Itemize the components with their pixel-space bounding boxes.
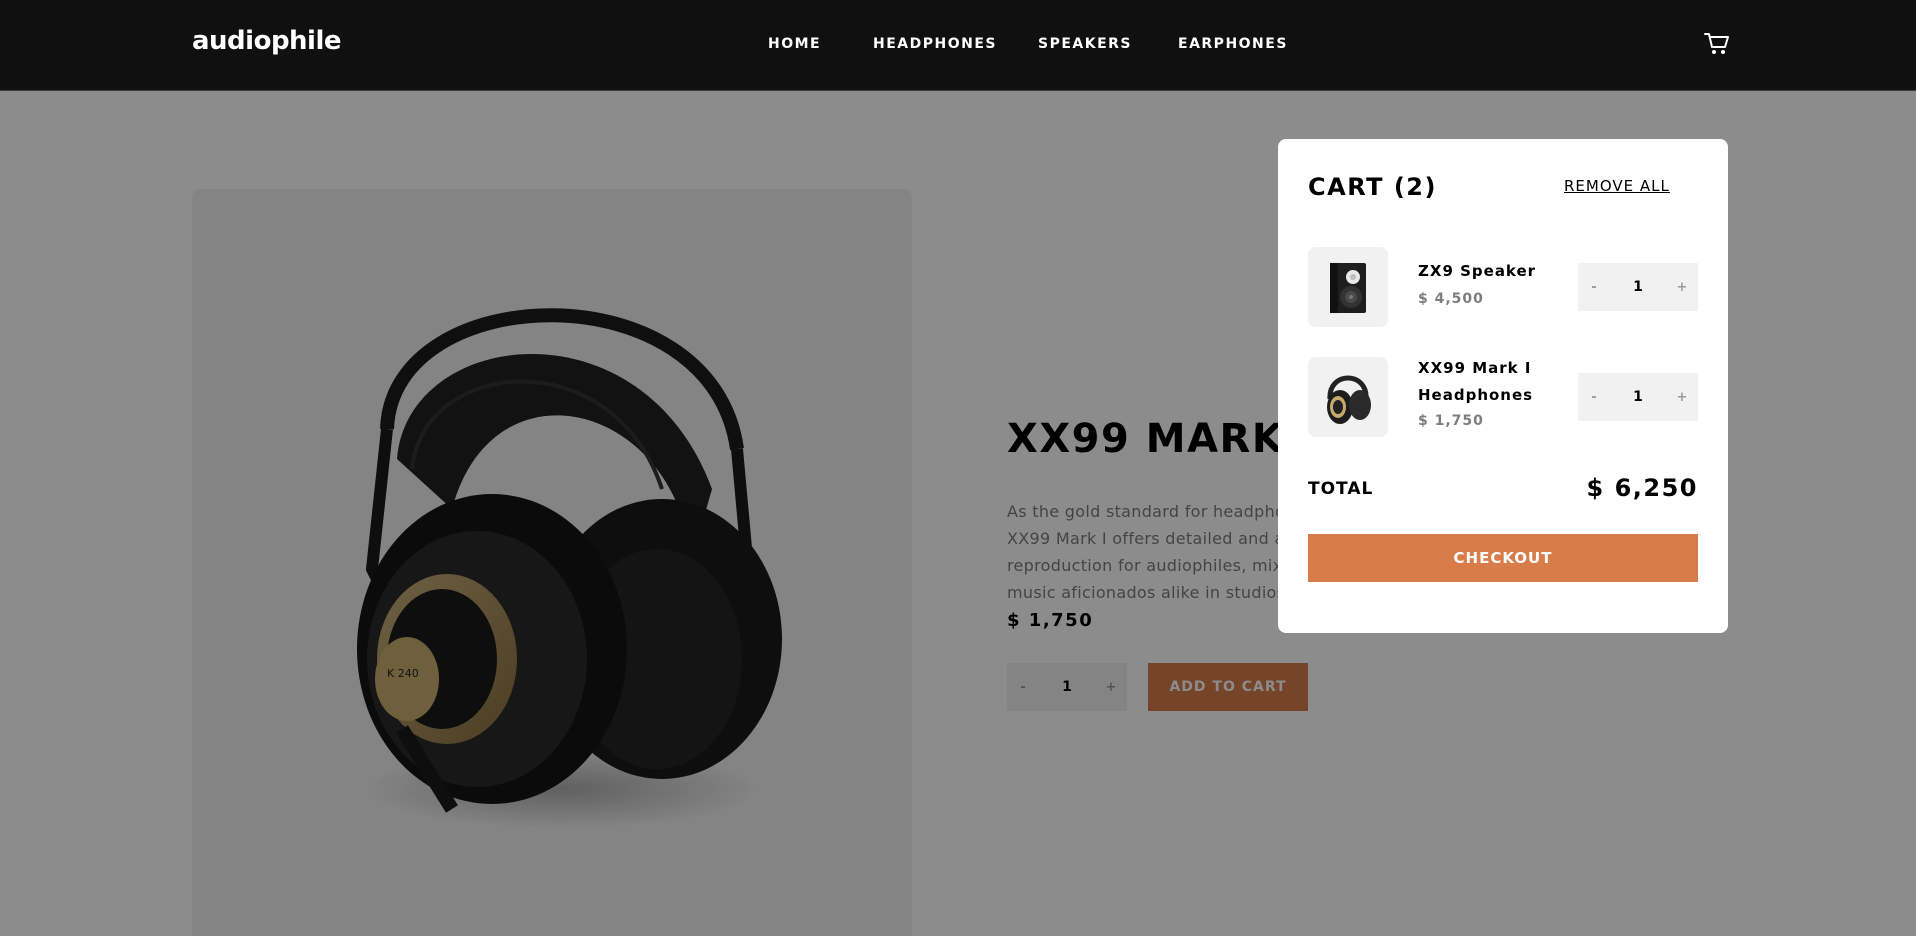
decrement-button[interactable]: -: [1578, 280, 1610, 295]
cart-icon[interactable]: [1704, 32, 1730, 56]
cart-item: ZX9 Speaker $ 4,500 - 1 +: [1308, 247, 1698, 327]
decrement-button[interactable]: -: [1578, 390, 1610, 405]
increment-button[interactable]: +: [1666, 390, 1698, 405]
checkout-button[interactable]: CHECKOUT: [1308, 534, 1698, 582]
cart-item: XX99 Mark I Headphones $ 1,750 - 1 +: [1308, 357, 1698, 437]
headphones-thumbnail: [1308, 357, 1388, 437]
speaker-thumbnail: [1308, 247, 1388, 327]
nav-headphones[interactable]: HEADPHONES: [873, 36, 997, 52]
quantity-value: 1: [1633, 389, 1643, 405]
site-header: audiophile HOME HEADPHONES SPEAKERS EARP…: [0, 0, 1916, 91]
cart-title: CART (2): [1308, 173, 1437, 201]
total-label: TOTAL: [1308, 479, 1374, 499]
logo[interactable]: audiophile: [192, 26, 342, 56]
nav-earphones[interactable]: EARPHONES: [1178, 36, 1288, 52]
cart-item-stepper: - 1 +: [1578, 263, 1698, 311]
cart-item-stepper: - 1 +: [1578, 373, 1698, 421]
total-value: $ 6,250: [1586, 474, 1698, 502]
cart-item-name: XX99 Mark I Headphones: [1418, 359, 1534, 404]
cart-modal: CART (2) REMOVE ALL ZX9 Speaker $ 4,500 …: [1278, 139, 1728, 633]
cart-item-price: $ 1,750: [1418, 413, 1484, 429]
cart-item-price: $ 4,500: [1418, 291, 1484, 307]
nav-speakers[interactable]: SPEAKERS: [1038, 36, 1132, 52]
remove-all-button[interactable]: REMOVE ALL: [1564, 177, 1670, 195]
cart-item-name: ZX9 Speaker: [1418, 262, 1537, 280]
nav-home[interactable]: HOME: [768, 36, 821, 52]
quantity-value: 1: [1633, 279, 1643, 295]
increment-button[interactable]: +: [1666, 280, 1698, 295]
